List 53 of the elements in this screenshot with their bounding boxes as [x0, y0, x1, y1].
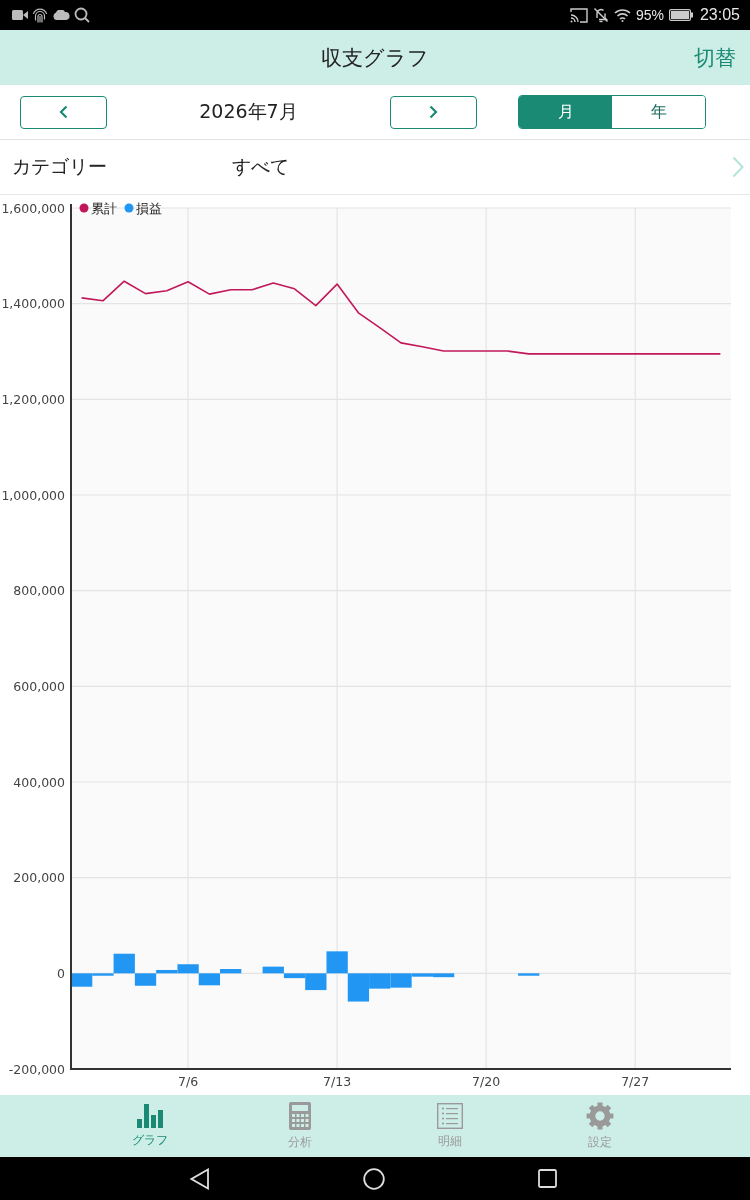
legend-label: 累計	[91, 201, 117, 216]
nav-tab-label: 分析	[288, 1133, 312, 1151]
fingerprint-icon	[32, 7, 48, 23]
x-axis-label: 7/13	[323, 1074, 352, 1089]
nav-tab[interactable]: 明細	[375, 1095, 525, 1157]
video-camera-icon	[12, 10, 28, 20]
legend-label: 損益	[136, 201, 162, 216]
chevron-left-icon	[59, 105, 68, 119]
cloud-icon	[52, 10, 70, 20]
back-icon[interactable]	[190, 1167, 210, 1190]
y-axis-label: 1,200,000	[1, 391, 65, 407]
list-icon	[437, 1102, 463, 1129]
battery-percent: 95%	[635, 7, 664, 23]
next-month-button[interactable]	[390, 95, 477, 129]
nav-tab[interactable]: 設定	[525, 1095, 675, 1157]
nav-tab[interactable]: グラフ	[75, 1095, 225, 1157]
bar-chart-icon	[137, 1103, 163, 1128]
y-axis-label: 1,600,000	[1, 200, 65, 216]
settings-icon	[586, 1101, 614, 1130]
mute-icon	[592, 7, 609, 23]
period-label: 2026年7月	[198, 99, 299, 124]
nav-tab-label: グラフ	[132, 1131, 168, 1149]
profit-bar	[326, 951, 348, 974]
y-axis-label: 200,000	[13, 870, 65, 886]
wifi-icon	[613, 8, 631, 22]
y-axis-label: 800,000	[13, 583, 65, 599]
chevron-right-icon	[429, 105, 438, 119]
nav-tab[interactable]: 分析	[225, 1095, 375, 1157]
x-axis-label: 7/20	[472, 1074, 501, 1089]
category-value: すべて	[232, 154, 290, 179]
x-axis-label: 7/27	[621, 1074, 650, 1089]
x-axis-label: 7/6	[178, 1074, 199, 1089]
nav-tab-label: 設定	[588, 1133, 612, 1151]
battery-icon	[668, 9, 693, 21]
nav-tab-label: 明細	[438, 1132, 462, 1150]
home-icon[interactable]	[363, 1167, 385, 1190]
cast-icon	[569, 7, 588, 23]
y-axis-label: -200,000	[8, 1061, 65, 1077]
search-icon	[74, 7, 90, 23]
profit-bar	[518, 973, 540, 976]
y-axis-label: 1,000,000	[1, 487, 65, 503]
clock-time: 23:05	[699, 6, 740, 24]
category-label: カテゴリー	[12, 154, 108, 179]
y-axis-label: 400,000	[13, 774, 65, 790]
y-axis-label: 1,400,000	[1, 296, 65, 312]
screen-title: 収支グラフ	[321, 44, 429, 72]
switch-button[interactable]: 切替	[694, 41, 736, 74]
previous-month-button[interactable]	[20, 95, 107, 129]
recent-apps-icon[interactable]	[538, 1169, 557, 1188]
calculator-icon	[289, 1101, 311, 1130]
y-axis-label: 600,000	[13, 678, 65, 694]
segment-tab[interactable]: 月	[519, 96, 612, 128]
y-axis-label: 0	[57, 965, 65, 981]
